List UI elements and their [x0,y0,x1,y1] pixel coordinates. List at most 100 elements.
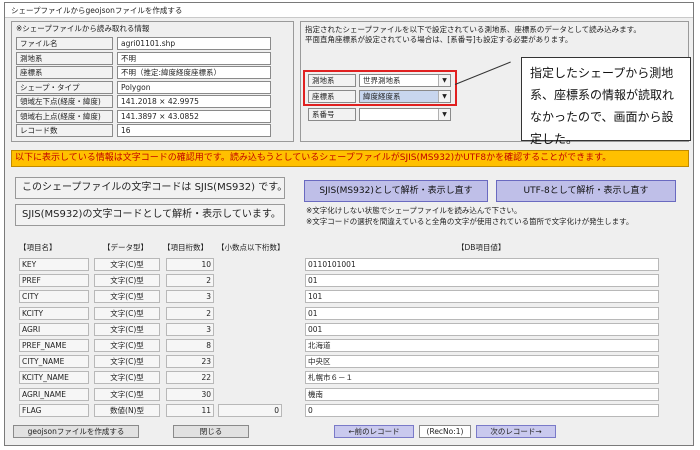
reparse-utf8-button[interactable]: UTF-8として解析・表示し直す [496,180,676,202]
datum-select[interactable]: 世界測地系 ▼ [359,74,451,87]
field-name-cell: PREF [19,274,89,287]
digits-cell: 10 [166,258,214,271]
decimals-cell-empty [218,274,282,287]
data-type-cell: 文字(C)型 [94,274,160,287]
data-type-cell: 文字(C)型 [94,339,160,352]
zone-select[interactable]: ▼ [359,108,451,121]
digits-cell: 2 [166,307,214,320]
digits-cell: 22 [166,371,214,384]
info-label: 測地系 [16,52,113,65]
encoding-check-banner: 以下に表示している情報は文字コードの確認用です。読み込もうとしているシェープファ… [11,150,689,167]
digits-cell: 23 [166,355,214,368]
coord-label: 座標系 [308,90,356,103]
dialog-window: シェープファイルからgeojsonファイルを作成する ※シェープファイルから読み… [4,2,694,446]
decimals-cell-empty [218,323,282,336]
digits-cell: 11 [166,404,214,417]
close-button[interactable]: 閉じる [173,425,249,438]
header-data-type: 【データ型】 [103,243,148,252]
decimals-cell-empty [218,290,282,303]
data-type-cell: 数値(N)型 [94,404,160,417]
data-type-cell: 文字(C)型 [94,388,160,401]
info-label: 領域右上点(経度・緯度) [16,110,113,123]
info-value: 16 [117,124,271,137]
db-value-cell: 001 [305,323,659,336]
info-value: 141.3897 × 43.0852 [117,110,271,123]
next-record-button[interactable]: 次のレコード→ [476,425,556,438]
datum-select-value: 世界測地系 [363,76,401,85]
data-type-cell: 文字(C)型 [94,258,160,271]
shape-info-panel: ※シェープファイルから読み取れる情報 ファイル名 agri01101.shp 測地系… [11,21,294,142]
settings-desc-line1: 指定されたシェープファイルを以下で設定されている測地系、座標系のデータとして読み… [305,25,641,34]
decimals-cell-empty [218,258,282,271]
data-type-cell: 文字(C)型 [94,323,160,336]
info-value: 141.2018 × 42.9975 [117,95,271,108]
info-label: シェープ・タイプ [16,81,113,94]
db-value-cell: 01 [305,307,659,320]
digits-cell: 8 [166,339,214,352]
field-name-cell: KEY [19,258,89,271]
data-type-cell: 文字(C)型 [94,371,160,384]
header-db-value: 【DB項目値】 [457,243,506,252]
record-number: (RecNo:1) [419,425,471,438]
reparse-sjis-button[interactable]: SJIS(MS932)として解析・表示し直す [304,180,488,202]
field-name-cell: FLAG [19,404,89,417]
window-title: シェープファイルからgeojsonファイルを作成する [11,6,183,15]
header-digits: 【項目桁数】 [163,243,208,252]
decimals-cell-empty [218,355,282,368]
decimals-cell: 0 [218,404,282,417]
annotation-callout: 指定したシェープから測地系、座標系の情報が読取れなかったので、画面から設定した。 [521,57,691,146]
field-name-cell: AGRI_NAME [19,388,89,401]
data-type-cell: 文字(C)型 [94,290,160,303]
header-decimals: 【小数点以下桁数】 [217,243,285,252]
db-value-cell: 0110101001 [305,258,659,271]
digits-cell: 3 [166,290,214,303]
field-name-cell: KCITY [19,307,89,320]
info-label: レコード数 [16,124,113,137]
encoding-status: このシェープファイルの文字コードは SJIS(MS932) です。 [15,177,287,199]
info-label: ファイル名 [16,37,113,50]
decimals-cell-empty [218,307,282,320]
field-name-cell: CITY_NAME [19,355,89,368]
decimals-cell-empty [218,371,282,384]
create-geojson-button[interactable]: geojsonファイルを作成する [13,425,139,438]
encoding-note1: ※文字化けしない状態でシェープファイルを読み込んで下さい。 [306,206,522,215]
field-name-cell: KCITY_NAME [19,371,89,384]
field-name-cell: CITY [19,290,89,303]
db-value-cell: 01 [305,274,659,287]
zone-label: 系番号 [308,108,356,121]
db-value-cell: 札幌市６－１ [305,371,659,384]
db-value-cell: 0 [305,404,659,417]
encoding-note2: ※文字コードの選択を間違えていると全角の文字が使用されている箇所で文字化けが発生… [306,217,634,226]
data-type-cell: 文字(C)型 [94,355,160,368]
decimals-cell-empty [218,339,282,352]
db-value-cell: 中央区 [305,355,659,368]
info-value: Polygon [117,81,271,94]
coord-select-value: 緯度経度系 [363,92,401,101]
header-field-name: 【項目名】 [19,243,57,252]
prev-record-button[interactable]: ←前のレコード [334,425,414,438]
coord-select[interactable]: 緯度経度系 ▼ [359,90,451,103]
title-bar: シェープファイルからgeojsonファイルを作成する [5,3,693,18]
chevron-down-icon[interactable]: ▼ [438,91,450,102]
db-value-cell: 北海道 [305,339,659,352]
chevron-down-icon[interactable]: ▼ [438,109,450,120]
digits-cell: 2 [166,274,214,287]
datum-label: 測地系 [308,74,356,87]
chevron-down-icon[interactable]: ▼ [438,75,450,86]
digits-cell: 30 [166,388,214,401]
digits-cell: 3 [166,323,214,336]
settings-desc-line2: 平面直角座標系が設定されている場合は、[系番号]も設定する必要があります。 [305,35,573,44]
db-value-cell: 101 [305,290,659,303]
field-name-cell: PREF_NAME [19,339,89,352]
info-label: 座標系 [16,66,113,79]
info-value: 不明（推定:緯度経度座標系） [117,66,271,79]
info-heading: ※シェープファイルから読み取れる情報 [16,24,150,33]
db-value-cell: 機南 [305,388,659,401]
info-label: 領域左下点(経度・緯度) [16,95,113,108]
decimals-cell-empty [218,388,282,401]
callout-pointer [454,61,511,85]
data-type-cell: 文字(C)型 [94,307,160,320]
encoding-parse-status: SJIS(MS932)の文字コードとして解析・表示しています。 [15,204,285,226]
info-value: agri01101.shp [117,37,271,50]
field-name-cell: AGRI [19,323,89,336]
